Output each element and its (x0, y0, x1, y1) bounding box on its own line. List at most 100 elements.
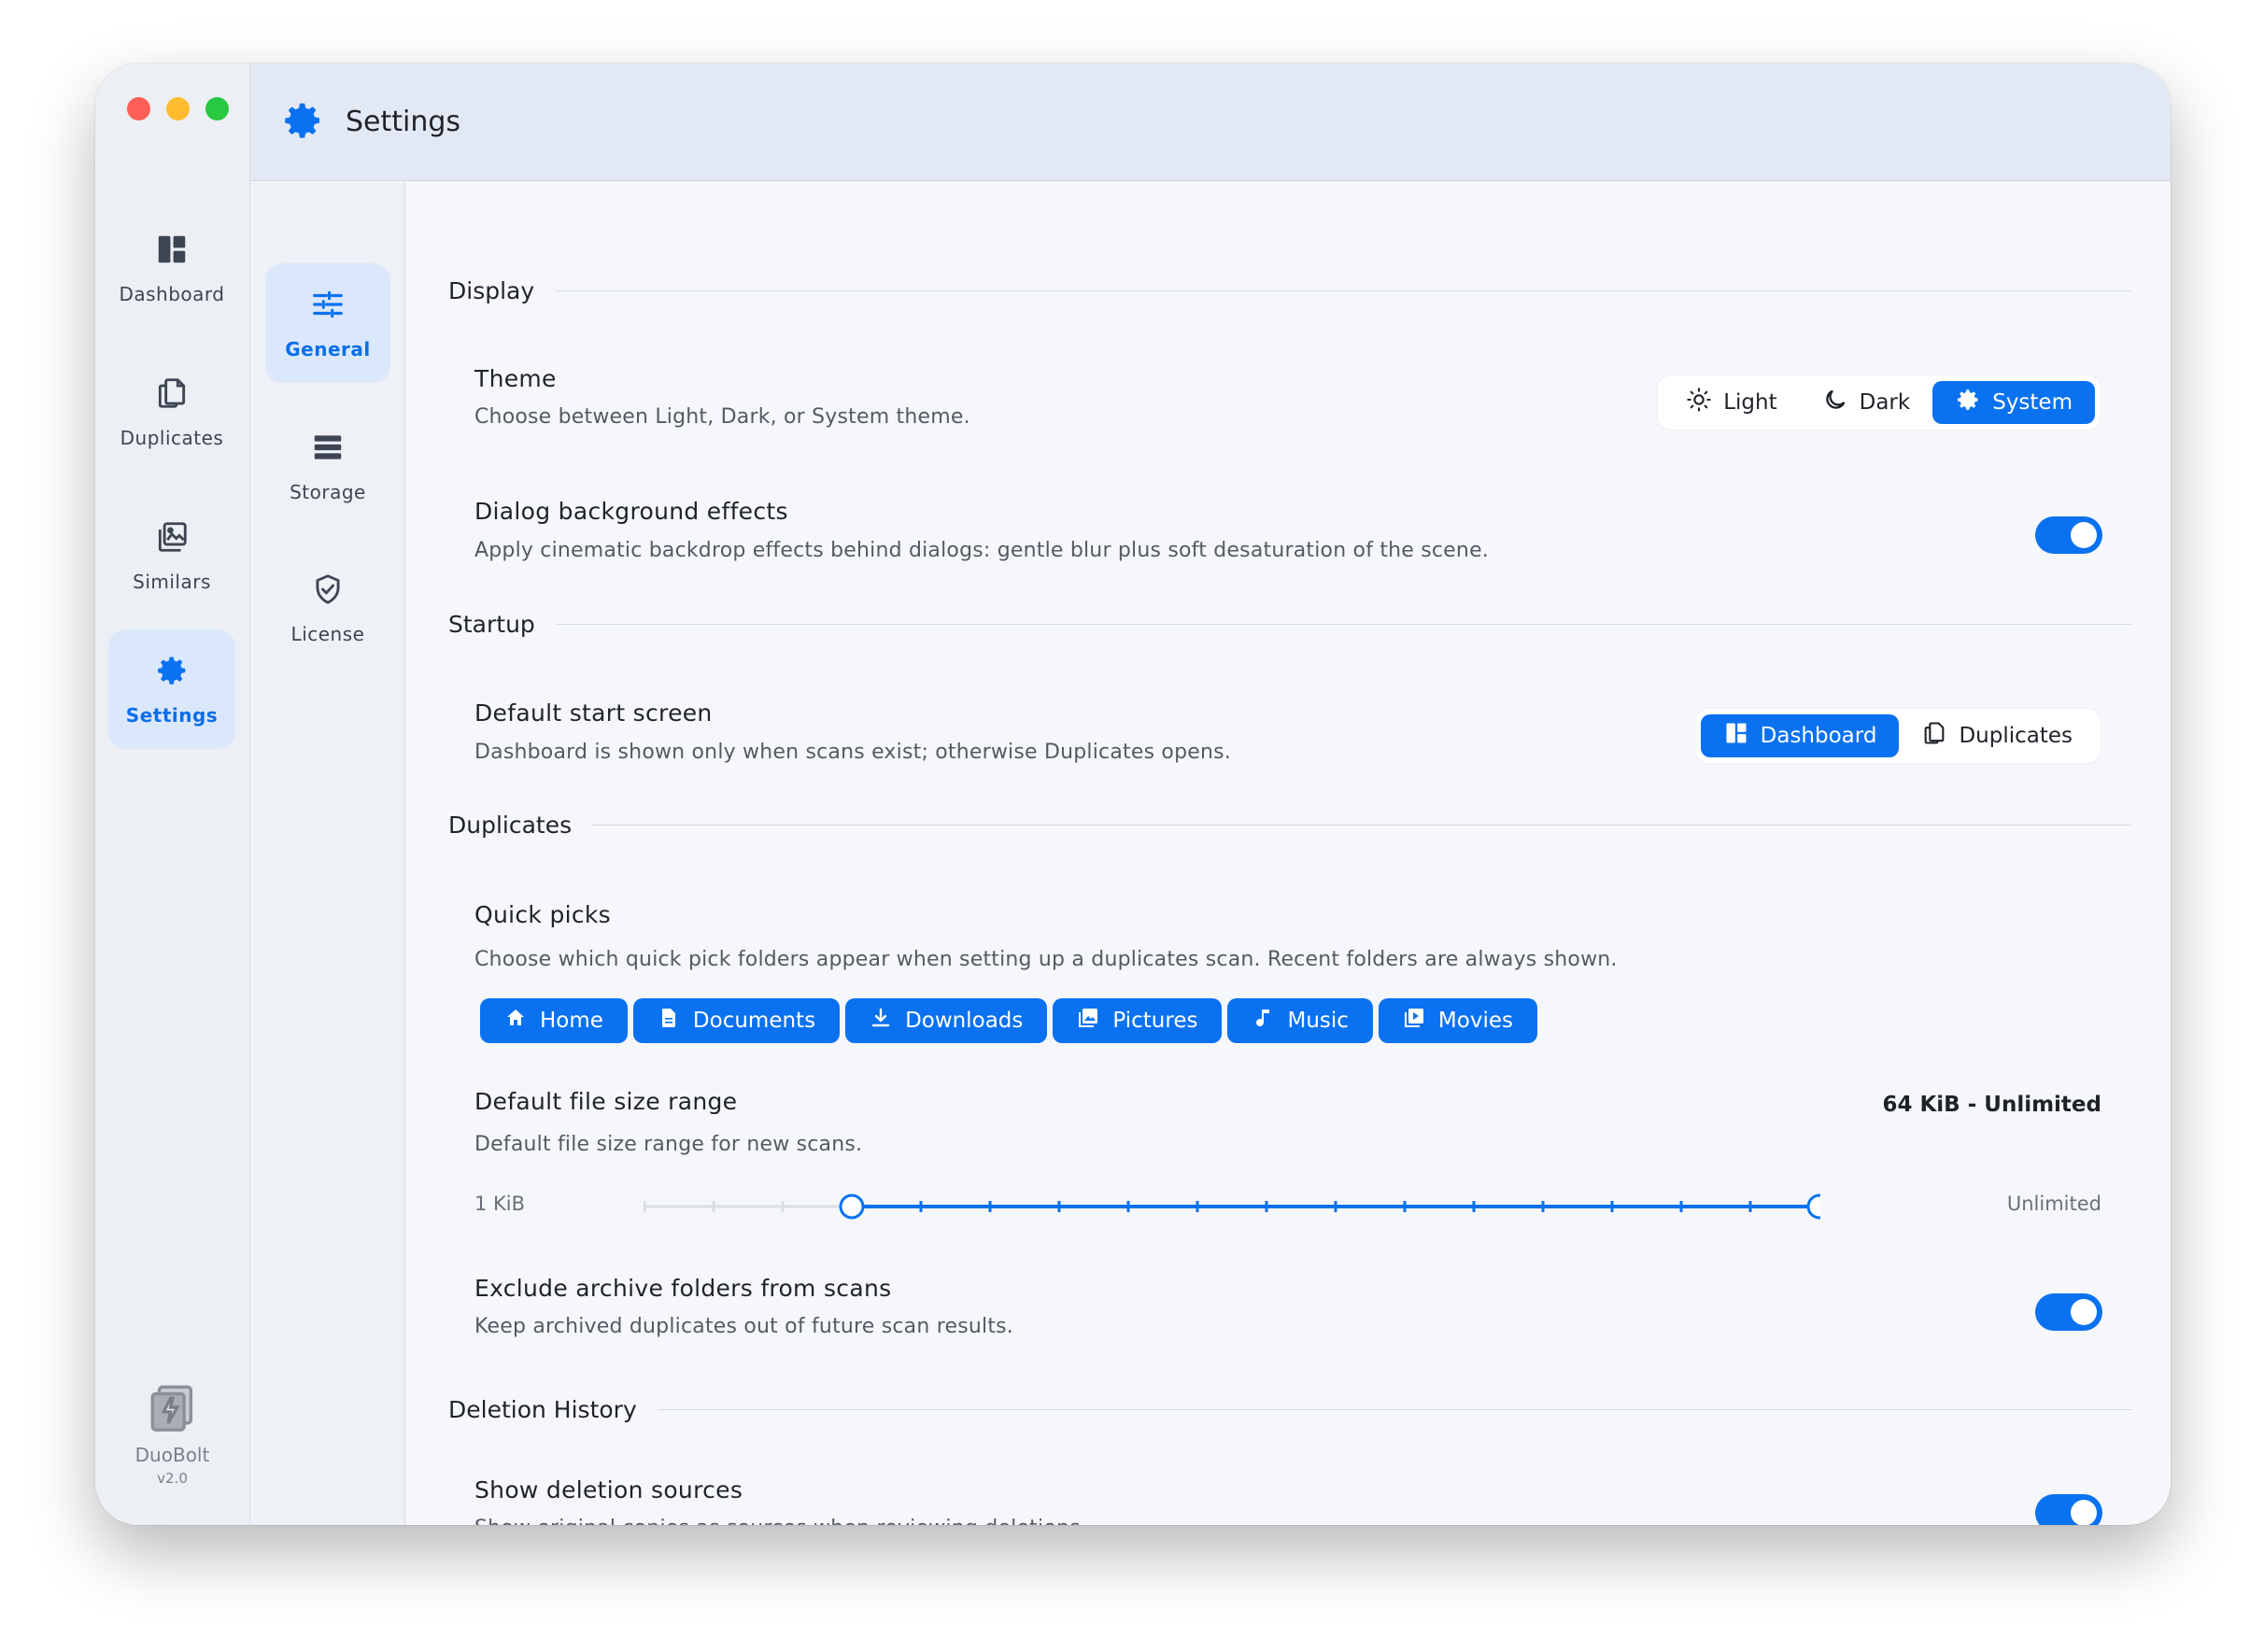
theme-option-label: Dark (1859, 390, 1911, 415)
exclude-archive-toggle[interactable] (2035, 1293, 2102, 1331)
section-deletion-history: Deletion History (448, 1396, 2131, 1423)
page-title: Settings (346, 106, 461, 138)
zoom-window-button[interactable] (205, 97, 229, 120)
rail-item-label: Duplicates (120, 426, 224, 449)
brand-name: DuoBolt (134, 1444, 210, 1466)
size-range-slider[interactable] (644, 1191, 1820, 1222)
section-divider (555, 624, 2131, 625)
rail-item-settings[interactable]: Settings (108, 629, 235, 749)
show-sources-toggle[interactable] (2035, 1494, 2102, 1525)
toggle-knob (2071, 522, 2097, 548)
exclude-archive-title: Exclude archive folders from scans (474, 1275, 892, 1302)
chip-label: Home (540, 1009, 603, 1033)
nav-rail: Dashboard Duplicates Similars Settings D… (95, 64, 250, 1525)
rail-item-label: Dashboard (119, 282, 225, 305)
toggle-knob (2071, 1500, 2097, 1525)
exclude-archive-desc: Keep archived duplicates out of future s… (474, 1315, 1013, 1338)
section-divider (592, 825, 2131, 826)
theme-option-light[interactable]: Light (1663, 381, 1799, 424)
rail-item-label: Settings (125, 703, 219, 727)
app-brand: DuoBolt v2.0 (95, 1380, 249, 1487)
chip-downloads[interactable]: Downloads (845, 998, 1048, 1043)
start-option-label: Dashboard (1760, 724, 1877, 748)
section-divider (657, 1409, 2131, 1410)
quick-picks-desc: Choose which quick pick folders appear w… (474, 948, 1618, 971)
subnav-item-label: Storage (290, 480, 366, 503)
quick-picks-chips: Home Documents Downloads Pictures Music … (480, 998, 1537, 1043)
theme-option-system[interactable]: System (1932, 381, 2095, 424)
chip-home[interactable]: Home (480, 998, 628, 1043)
shield-check-icon (310, 572, 346, 612)
brand-version: v2.0 (157, 1470, 188, 1487)
dashboard-icon (154, 232, 190, 272)
gear-icon (154, 653, 190, 693)
home-icon (504, 1007, 527, 1035)
storage-icon (310, 430, 346, 470)
settings-subnav: General Storage License (250, 182, 405, 1525)
dialog-effects-desc: Apply cinematic backdrop effects behind … (474, 539, 1489, 562)
chip-movies[interactable]: Movies (1378, 998, 1537, 1043)
window-controls (127, 97, 229, 120)
subnav-item-general[interactable]: General (265, 263, 390, 383)
section-title: Deletion History (448, 1396, 637, 1423)
gear-icon (1955, 387, 1981, 418)
theme-option-dark[interactable]: Dark (1800, 381, 1933, 424)
start-screen-desc: Dashboard is shown only when scans exist… (474, 741, 1231, 764)
download-icon (870, 1007, 892, 1035)
music-note-icon (1252, 1007, 1274, 1035)
subnav-item-label: General (285, 337, 371, 360)
movies-icon (1403, 1007, 1425, 1035)
quick-picks-title: Quick picks (474, 901, 612, 928)
moon-icon (1822, 387, 1848, 418)
chip-label: Music (1287, 1009, 1349, 1033)
slider-high-handle[interactable] (1806, 1193, 1820, 1220)
subnav-item-label: License (290, 622, 365, 645)
close-window-button[interactable] (127, 97, 150, 120)
document-icon (658, 1007, 680, 1035)
slider-low-handle[interactable] (839, 1193, 865, 1220)
section-startup: Startup (448, 611, 2131, 638)
app-logo-icon (95, 1380, 249, 1438)
subnav-item-storage[interactable]: Storage (265, 406, 390, 526)
section-title: Duplicates (448, 812, 573, 839)
theme-title: Theme (474, 365, 557, 392)
show-sources-desc: Show original copies as sources when rev… (474, 1517, 1087, 1525)
start-screen-title: Default start screen (474, 699, 713, 727)
rail-item-label: Similars (133, 570, 211, 593)
app-window: Dashboard Duplicates Similars Settings D… (95, 64, 2171, 1525)
subnav-item-license[interactable]: License (265, 548, 390, 668)
start-option-duplicates[interactable]: Duplicates (1899, 714, 2095, 757)
dashboard-icon (1723, 720, 1749, 752)
page-header: Settings (250, 64, 2171, 181)
rail-item-similars[interactable]: Similars (108, 496, 235, 615)
dialog-effects-title: Dialog background effects (474, 498, 788, 525)
start-option-label: Duplicates (1959, 724, 2073, 748)
theme-option-label: System (1992, 390, 2073, 415)
section-divider (555, 290, 2131, 291)
slider-min-label: 1 KiB (474, 1193, 526, 1215)
chip-label: Documents (692, 1009, 816, 1033)
theme-option-label: Light (1723, 390, 1777, 415)
rail-item-duplicates[interactable]: Duplicates (108, 352, 235, 472)
similars-icon (154, 519, 190, 559)
dialog-effects-toggle[interactable] (2035, 516, 2102, 554)
section-title: Display (448, 277, 535, 304)
theme-desc: Choose between Light, Dark, or System th… (474, 405, 970, 429)
chip-label: Downloads (905, 1009, 1024, 1033)
rail-item-dashboard[interactable]: Dashboard (108, 208, 235, 328)
minimize-window-button[interactable] (166, 97, 190, 120)
chip-documents[interactable]: Documents (632, 998, 841, 1043)
section-title: Startup (448, 611, 535, 638)
section-duplicates: Duplicates (448, 812, 2131, 839)
show-sources-title: Show deletion sources (474, 1476, 743, 1504)
gear-icon (280, 98, 325, 147)
sun-icon (1686, 387, 1712, 418)
duplicates-icon (1921, 720, 1947, 752)
size-range-title: Default file size range (474, 1088, 738, 1115)
start-option-dashboard[interactable]: Dashboard (1700, 714, 1900, 757)
chip-label: Movies (1437, 1009, 1513, 1033)
pictures-icon (1077, 1007, 1099, 1035)
chip-pictures[interactable]: Pictures (1053, 998, 1223, 1043)
chip-music[interactable]: Music (1227, 998, 1373, 1043)
start-screen-selector: Dashboard Duplicates (1694, 709, 2101, 763)
